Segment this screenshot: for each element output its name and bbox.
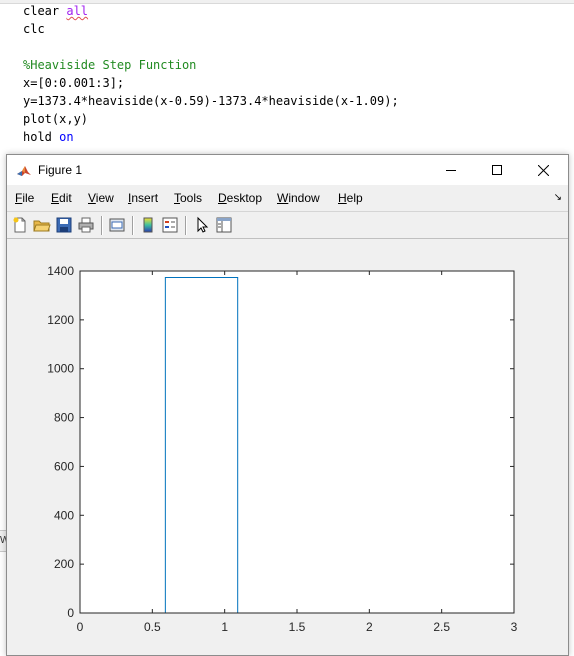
figure-toolbar (7, 211, 568, 239)
code-text: clear (23, 4, 67, 18)
new-figure-icon[interactable] (11, 216, 29, 234)
code-line: %Heaviside Step Function (23, 58, 196, 72)
code-line: x=[0:0.001:3]; (23, 76, 124, 90)
axes-background (80, 271, 514, 613)
code-line: hold on (23, 130, 74, 144)
y-tick-label: 1000 (47, 362, 74, 376)
x-tick-label: 0 (77, 620, 84, 634)
code-line: y=1373.4*heaviside(x-0.59)-1373.4*heavis… (23, 94, 399, 108)
code-comment: %Heaviside Step Function (23, 58, 197, 72)
minimize-button[interactable] (428, 155, 474, 185)
x-tick-label: 2 (366, 620, 373, 634)
toolbar-separator (185, 216, 187, 235)
code-line: plot(x,y) (23, 112, 88, 126)
x-tick-label: 0.5 (144, 620, 161, 634)
plot-area[interactable]: 0 0.5 1 1.5 2 2.5 3 0 200 400 600 800 1000 1200 1400 (7, 239, 568, 655)
x-tick-label: 1 (221, 620, 228, 634)
open-file-icon[interactable] (33, 216, 51, 234)
code-keyword: on (59, 130, 74, 144)
figure-title: Figure 1 (38, 163, 83, 177)
maximize-button[interactable] (474, 155, 520, 185)
code-text: clc (23, 22, 45, 36)
y-tick-label: 0 (67, 606, 74, 620)
y-tick-label: 600 (54, 459, 74, 473)
menu-edit[interactable]: Edit (51, 191, 72, 205)
figure-titlebar[interactable]: Figure 1 (7, 155, 568, 185)
figure-window[interactable]: Figure 1 File Edit View Insert Tools Desktop W… (6, 154, 569, 656)
menu-help[interactable]: Help (338, 191, 363, 205)
menu-file[interactable]: File (15, 191, 34, 205)
menu-expand-arrow-icon[interactable]: ↘ (554, 192, 562, 203)
toolbar-separator (101, 216, 103, 235)
line-chart[interactable]: 0 0.5 1 1.5 2 2.5 3 0 200 400 600 800 1000 1200 1400 (7, 239, 568, 655)
link-plot-icon[interactable] (108, 216, 126, 234)
code-text: hold (23, 130, 60, 144)
x-tick-label: 2.5 (433, 620, 450, 634)
close-icon (537, 164, 549, 176)
y-tick-label: 400 (54, 508, 74, 522)
code-line: clc (23, 22, 45, 36)
code-text: x=[0:0.001:3]; (23, 76, 125, 90)
menu-insert[interactable]: Insert (128, 191, 158, 205)
y-tick-label: 200 (54, 557, 74, 571)
maximize-icon (492, 165, 502, 175)
menu-window[interactable]: Window (277, 191, 320, 205)
legend-icon[interactable] (161, 216, 179, 234)
toolbar-separator (132, 216, 134, 235)
code-text: plot(x,y) (23, 112, 89, 126)
edit-plot-cursor-icon[interactable] (193, 216, 211, 234)
x-tick-label: 1.5 (289, 620, 306, 634)
print-icon[interactable] (77, 216, 95, 234)
y-tick-label: 1200 (47, 313, 74, 327)
y-tick-label: 1400 (47, 264, 74, 278)
save-icon[interactable] (55, 216, 73, 234)
minimize-icon (446, 170, 456, 171)
matlab-logo-icon (16, 163, 32, 179)
y-tick-label: 800 (54, 411, 74, 425)
x-tick-label: 3 (511, 620, 518, 634)
menu-desktop[interactable]: Desktop (218, 191, 262, 205)
property-inspector-icon[interactable] (215, 216, 233, 234)
code-text: y=1373.4*heaviside(x-0.59)-1373.4*heavis… (23, 94, 399, 108)
menu-tools[interactable]: Tools (174, 191, 202, 205)
close-button[interactable] (520, 155, 566, 185)
figure-menubar: File Edit View Insert Tools Desktop Window Help… (7, 185, 568, 211)
menu-view[interactable]: View (88, 191, 114, 205)
code-keyword-squiggle: all (66, 4, 89, 18)
colorbar-icon[interactable] (139, 216, 157, 234)
code-line: clear all (23, 4, 88, 18)
